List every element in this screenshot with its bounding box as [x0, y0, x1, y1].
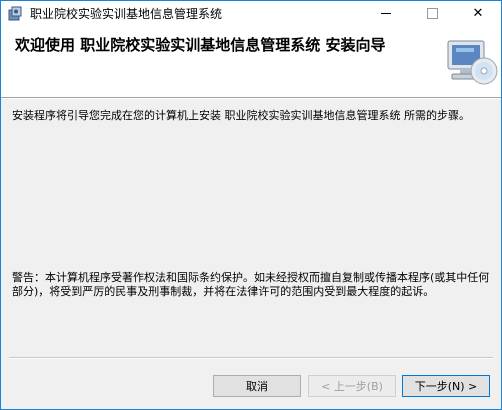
wizard-header: 欢迎使用 职业院校实验实训基地信息管理系统 安装向导: [1, 25, 501, 98]
installer-window: 职业院校实验实训基地信息管理系统 ✕ 欢迎使用 职业院校实验实训基地信息管理系统…: [0, 0, 502, 410]
title-bar[interactable]: 职业院校实验实训基地信息管理系统 ✕: [1, 1, 501, 25]
installer-app-icon: [8, 5, 24, 21]
minimize-button[interactable]: [363, 1, 409, 25]
minimize-icon: [381, 12, 391, 14]
maximize-icon: [426, 7, 438, 19]
maximize-button[interactable]: [409, 1, 455, 25]
back-button[interactable]: < 上一步(B): [308, 375, 396, 397]
window-title: 职业院校实验实训基地信息管理系统: [30, 6, 223, 21]
close-icon: ✕: [472, 5, 484, 21]
button-separator: [9, 357, 493, 359]
computer-cd-icon: [446, 37, 498, 87]
intro-text: 安装程序将引导您完成在您的计算机上安装 职业院校实验实训基地信息管理系统 所需的…: [12, 109, 470, 122]
copyright-warning: 警告：本计算机程序受著作权法和国际条约保护。如未经授权而擅自复制或传播本程序(或…: [12, 271, 490, 298]
wizard-title: 欢迎使用 职业院校实验实训基地信息管理系统 安装向导: [15, 36, 386, 54]
cancel-button[interactable]: 取消: [213, 375, 301, 397]
close-button[interactable]: ✕: [455, 1, 501, 25]
header-divider: [1, 98, 501, 99]
next-button[interactable]: 下一步(N) >: [402, 375, 490, 397]
